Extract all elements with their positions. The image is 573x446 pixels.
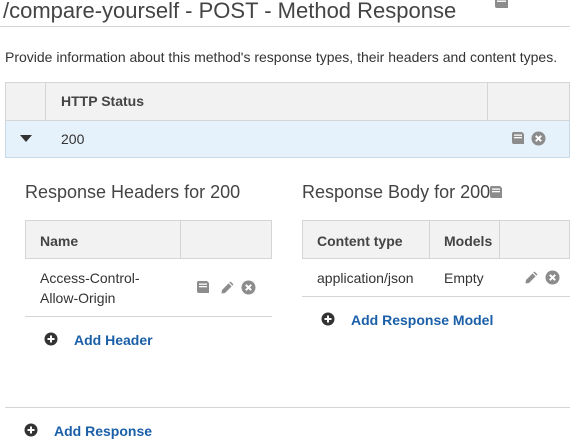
caret-down-icon[interactable] [20,135,32,142]
plus-circle-icon[interactable] [24,423,38,437]
status-row-200[interactable]: 200 [5,121,570,158]
plus-circle-icon[interactable] [44,332,58,346]
response-headers-title: Response Headers for 200 [25,182,241,202]
pencil-icon[interactable] [220,280,235,295]
header-name-line: Access-Control- [40,270,140,286]
column-divider [429,221,430,258]
column-divider [180,221,181,258]
model-value: Empty [444,270,484,286]
add-header-button[interactable]: Add Header [74,332,153,348]
pencil-icon[interactable] [524,270,539,285]
status-code: 200 [61,131,85,147]
column-divider [499,221,500,258]
book-icon[interactable] [510,131,525,146]
response-body-title: Response Body for 200 [302,182,491,202]
book-icon[interactable] [493,0,510,10]
header-name: Access-Control- Allow-Origin [40,268,140,308]
remove-icon[interactable] [531,131,546,146]
column-divider [487,83,488,120]
body-table-header: Content type Models [302,220,570,259]
plus-circle-icon[interactable] [321,312,335,326]
column-header-http-status: HTTP Status [61,93,144,109]
page-description: Provide information about this method's … [5,49,558,65]
section-divider [5,407,570,408]
header-name-line: Allow-Origin [40,290,116,306]
headers-table-header: Name [25,220,272,259]
column-header-content-type: Content type [317,233,403,249]
column-header-name: Name [40,233,79,249]
column-header-models: Models [444,233,493,249]
row-divider [302,296,570,297]
add-response-model-button[interactable]: Add Response Model [351,312,493,328]
page-title: /compare-yourself - POST - Method Respon… [3,0,457,23]
add-response-button[interactable]: Add Response [54,423,152,439]
title-divider [0,26,570,27]
status-table-header: HTTP Status [5,82,570,121]
book-icon[interactable] [195,280,210,295]
content-type-value: application/json [317,270,414,286]
remove-icon[interactable] [545,270,560,285]
column-divider [45,83,46,120]
remove-icon[interactable] [241,280,256,295]
row-divider [25,316,272,317]
book-icon[interactable] [488,185,504,200]
